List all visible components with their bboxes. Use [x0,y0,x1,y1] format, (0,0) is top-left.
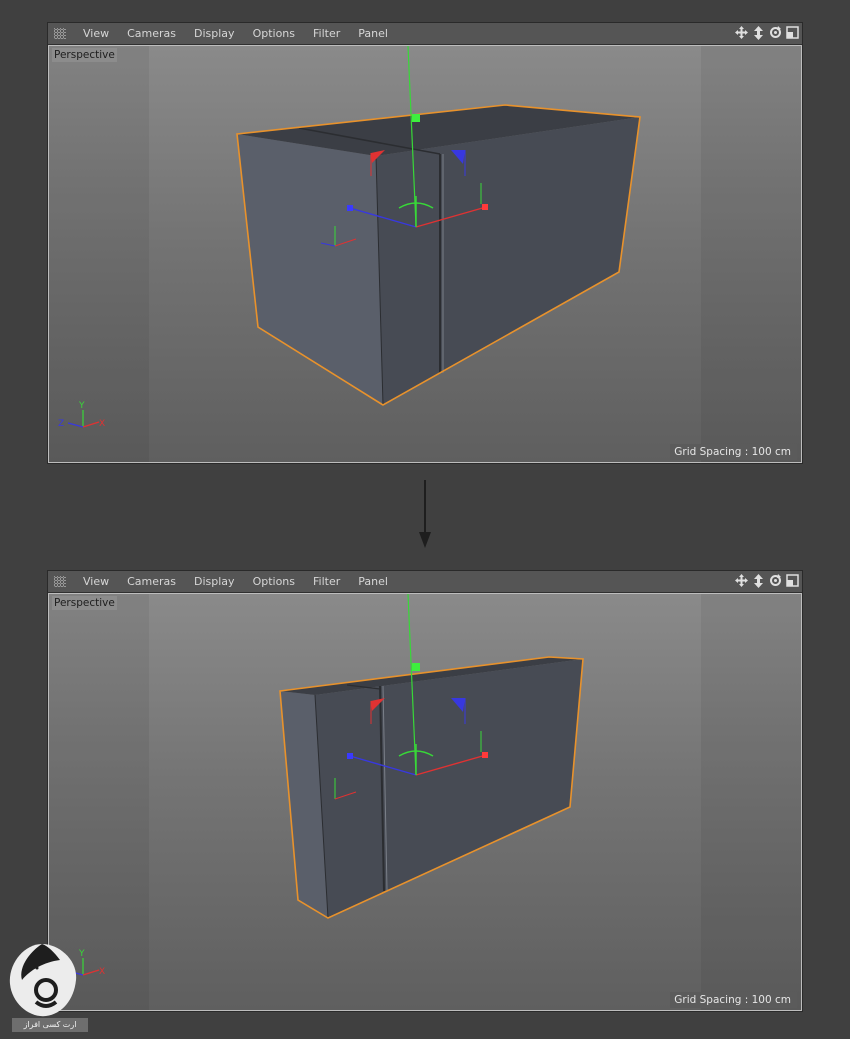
menu-cameras[interactable]: Cameras [118,27,185,40]
zoom-icon[interactable] [751,573,765,588]
grid-spacing-label: Grid Spacing : 100 cm [670,444,797,460]
menu-options[interactable]: Options [244,575,304,588]
move-icon[interactable] [734,573,748,588]
zoom-icon[interactable] [751,25,765,40]
viewport-panel-top: View Cameras Display Options Filter Pane… [47,22,803,464]
camera-label[interactable]: Perspective [52,596,117,610]
maximize-icon[interactable] [785,573,799,588]
menu-view[interactable]: View [74,27,118,40]
scene-canvas: Y X Z [58,594,584,977]
world-z-axis [67,422,84,428]
menu-display[interactable]: Display [185,27,244,40]
menu-panel[interactable]: Panel [349,575,397,588]
menu-filter[interactable]: Filter [304,575,349,588]
panel-grip-icon[interactable] [54,28,66,39]
viewport-3d[interactable]: Y X Z Perspective Grid Spacing : 100 cm [48,45,802,463]
gizmo-y-handle [412,114,420,122]
gizmo-z-handle [347,205,353,211]
panel-grip-icon[interactable] [54,576,66,587]
box-front-face [315,659,583,918]
viewport-menubar: View Cameras Display Options Filter Pane… [48,571,802,593]
grid-spacing-label: Grid Spacing : 100 cm [670,992,797,1008]
world-x-axis [82,421,100,428]
arrow-down-icon [419,480,431,548]
camera-label[interactable]: Perspective [52,48,117,62]
menu-panel[interactable]: Panel [349,27,397,40]
world-axis-z-label: Z [58,419,64,429]
watermark-caption: ارت کسی افراز [12,1018,88,1032]
menu-filter[interactable]: Filter [304,27,349,40]
box-left-face [237,134,383,405]
viewport-panel-bottom: View Cameras Display Options Filter Pane… [47,570,803,1012]
world-axis-y-label: Y [78,401,85,411]
box-front-face [376,117,640,405]
maximize-icon[interactable] [785,25,799,40]
rotate-icon[interactable] [768,25,782,40]
viewport-menubar: View Cameras Display Options Filter Pane… [48,23,802,45]
scene-canvas: Y X Z [58,46,641,429]
gizmo-z-handle [347,753,353,759]
viewport-3d[interactable]: Y X Z Perspective Grid Spacing : 100 cm [48,593,802,1011]
move-icon[interactable] [734,25,748,40]
menu-display[interactable]: Display [185,575,244,588]
menu-view[interactable]: View [74,575,118,588]
gizmo-x-handle [482,752,488,758]
world-axis-x-label: X [99,967,105,977]
gizmo-x-handle [482,204,488,210]
gizmo-y-handle [412,663,420,671]
menu-options[interactable]: Options [244,27,304,40]
menu-cameras[interactable]: Cameras [118,575,185,588]
rotate-icon[interactable] [768,573,782,588]
world-axis-x-label: X [99,419,105,429]
